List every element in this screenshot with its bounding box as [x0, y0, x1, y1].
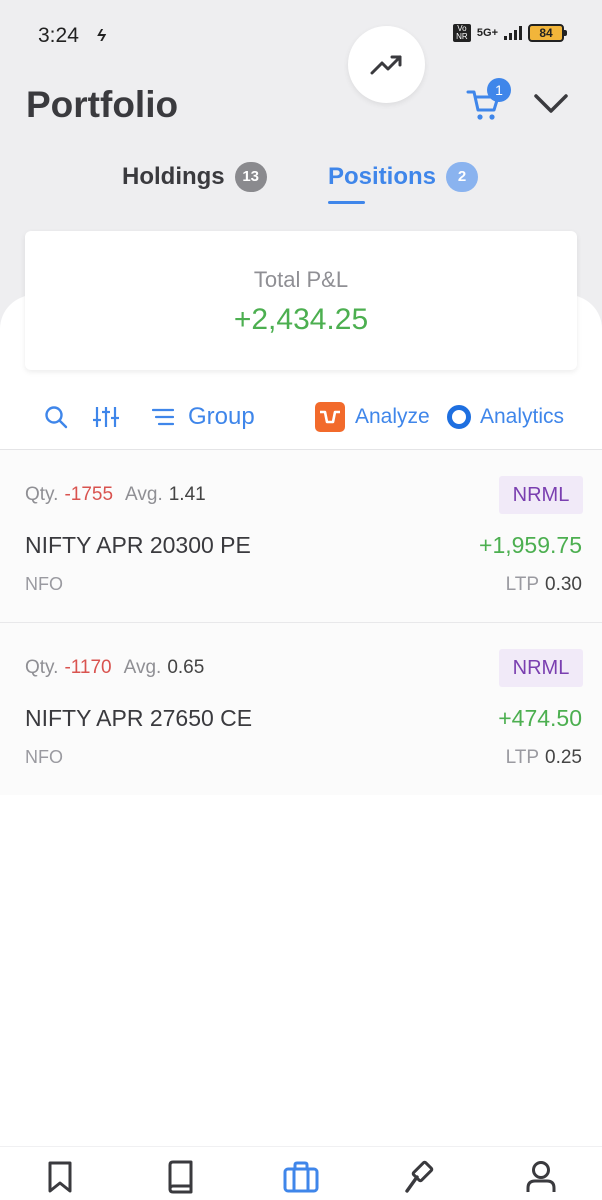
- avg-value: 0.65: [167, 657, 205, 678]
- active-tab-indicator: [328, 201, 365, 204]
- book-icon: [168, 1160, 193, 1194]
- analyze-logo-icon: [315, 402, 345, 432]
- tab-positions[interactable]: Positions 2: [328, 162, 479, 192]
- position-pnl: +474.50: [498, 705, 582, 731]
- ltp-value: 0.25: [545, 747, 582, 768]
- qty-value: -1170: [64, 657, 112, 678]
- ltp-value: 0.30: [545, 574, 582, 595]
- total-pnl-label: Total P&L: [253, 267, 349, 292]
- analytics-label: Analytics: [480, 405, 565, 428]
- avg-label: Avg.: [125, 484, 163, 505]
- ltp-label: LTP: [505, 574, 540, 595]
- tab-label: Holdings: [122, 163, 225, 190]
- flash-icon: ϟ: [97, 26, 106, 45]
- search-icon: [45, 406, 68, 429]
- positions-toolbar: Group Analyze Analytics: [0, 395, 602, 439]
- filter-button[interactable]: [93, 395, 119, 439]
- group-button[interactable]: Group: [152, 395, 255, 439]
- ltp-line: LTP 0.30: [506, 574, 582, 596]
- bookmark-icon: [48, 1161, 72, 1193]
- page-title: Portfolio: [26, 84, 179, 125]
- sort-lines-icon: [152, 408, 174, 426]
- market-trend-button[interactable]: [348, 26, 425, 103]
- qty-label: Qty.: [25, 657, 59, 678]
- status-icons: Vo NR 5G+ 84: [452, 24, 567, 42]
- gavel-icon: [405, 1160, 434, 1193]
- qty-label: Qty.: [25, 484, 59, 505]
- instrument-symbol: NIFTY APR 27650 CE: [25, 705, 253, 731]
- tab-label: Positions: [328, 163, 437, 190]
- filter-sliders-icon: [93, 407, 119, 427]
- signal-icon: [504, 26, 522, 40]
- exchange-label: NFO: [25, 747, 63, 767]
- status-time: 3:24: [38, 24, 79, 47]
- network-type: 5G+: [476, 27, 498, 39]
- total-pnl-value: +2,434.25: [233, 303, 369, 336]
- volte-icon: Vo NR: [452, 24, 471, 42]
- tab-holdings[interactable]: Holdings 13: [122, 162, 267, 192]
- trending-up-icon: [370, 55, 401, 74]
- position-pnl: +1,959.75: [479, 532, 582, 558]
- search-button[interactable]: [44, 395, 68, 439]
- user-icon: [526, 1161, 556, 1192]
- avg-label: Avg.: [123, 657, 162, 678]
- nav-bids[interactable]: [401, 1157, 441, 1197]
- analyze-label: Analyze: [355, 405, 430, 428]
- qty-value: -1755: [64, 484, 114, 505]
- analytics-button[interactable]: Analytics: [447, 395, 564, 439]
- nav-profile[interactable]: [521, 1157, 561, 1197]
- qty-avg-line: Qty. -1170 Avg. 0.65: [25, 657, 204, 679]
- tab-count-badge: 2: [446, 162, 479, 192]
- position-row[interactable]: Qty. -1170 Avg. 0.65 NRML NIFTY APR 27650 C…: [0, 623, 602, 795]
- cart-badge: 1: [487, 78, 511, 102]
- nav-portfolio[interactable]: [281, 1157, 321, 1197]
- qty-avg-line: Qty. -1755 Avg. 1.41: [25, 484, 206, 506]
- position-row[interactable]: Qty. -1755 Avg. 1.41 NRML NIFTY APR 20300 P…: [0, 450, 602, 622]
- briefcase-icon: [283, 1161, 319, 1193]
- total-pnl-card: Total P&L +2,434.25: [25, 231, 577, 370]
- ltp-line: LTP 0.25: [506, 747, 582, 769]
- product-type-badge: NRML: [499, 476, 583, 514]
- chevron-down-icon[interactable]: [533, 92, 569, 116]
- avg-value: 1.41: [168, 484, 206, 505]
- instrument-symbol: NIFTY APR 20300 PE: [25, 532, 251, 558]
- group-label: Group: [188, 403, 255, 430]
- ltp-label: LTP: [505, 747, 540, 768]
- nav-orders[interactable]: [160, 1157, 200, 1197]
- analytics-logo-icon: [447, 405, 471, 429]
- tab-count-badge: 13: [234, 162, 267, 192]
- nav-watchlist[interactable]: [40, 1157, 80, 1197]
- exchange-label: NFO: [25, 574, 63, 594]
- battery-icon: 84: [528, 24, 567, 42]
- product-type-badge: NRML: [499, 649, 583, 687]
- bottom-navigation: [0, 1146, 602, 1200]
- analyze-button[interactable]: Analyze: [315, 395, 430, 439]
